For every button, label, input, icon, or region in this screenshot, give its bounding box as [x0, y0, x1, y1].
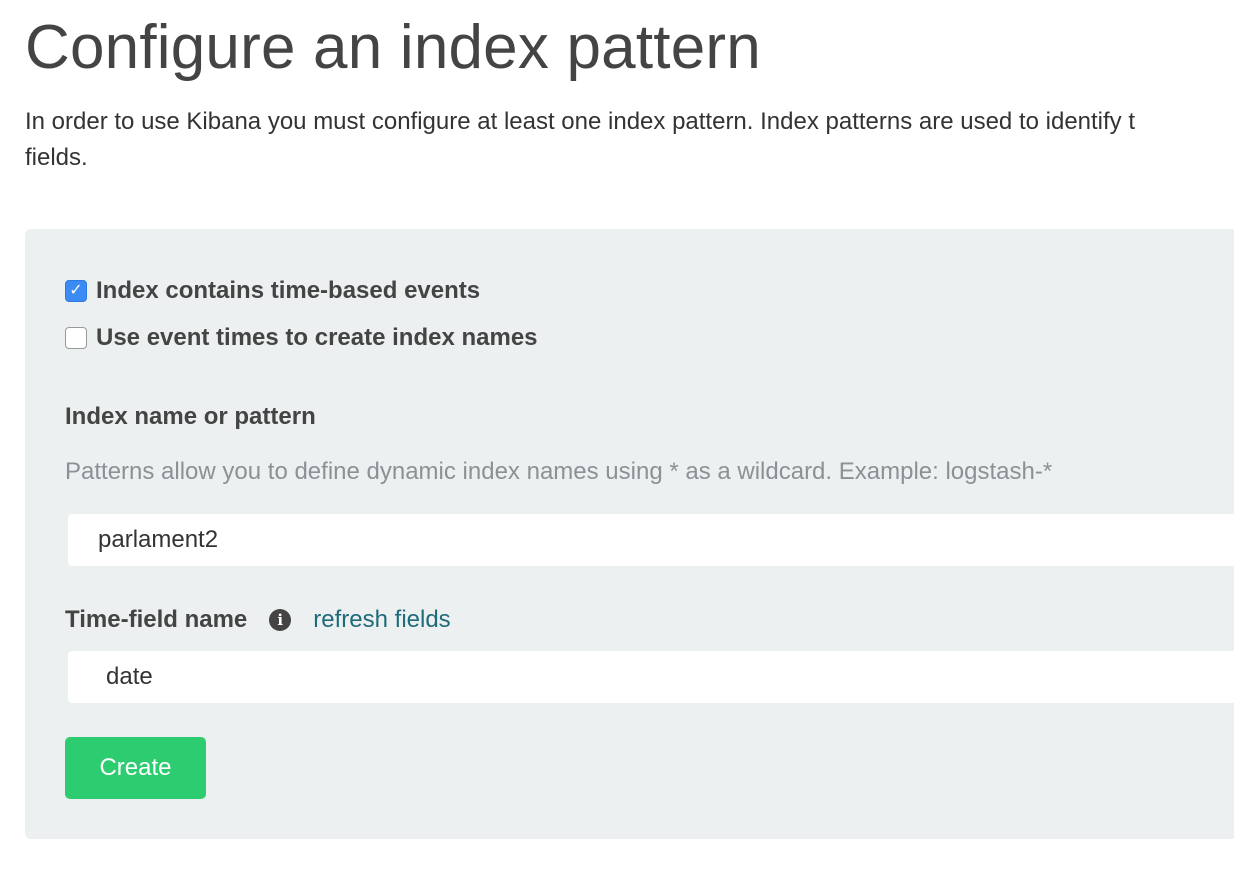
- info-circle-icon[interactable]: i: [269, 609, 292, 631]
- refresh-fields-link[interactable]: refresh fields: [313, 606, 450, 634]
- time-field-select[interactable]: [68, 651, 1234, 703]
- page-title: Configure an index pattern: [25, 13, 761, 82]
- index-name-input[interactable]: [68, 514, 1234, 566]
- event-times-option[interactable]: Use event times to create index names: [65, 324, 538, 352]
- time-field-header: Time-field name i refresh fields: [65, 606, 451, 634]
- time-based-events-checkbox[interactable]: ✓: [65, 280, 87, 302]
- event-times-label: Use event times to create index names: [96, 324, 538, 351]
- event-times-checkbox[interactable]: [65, 327, 87, 349]
- index-name-help-text: Patterns allow you to define dynamic ind…: [65, 458, 1053, 485]
- index-pattern-form: ✓ Index contains time-based events Use e…: [25, 229, 1234, 839]
- time-based-events-label: Index contains time-based events: [96, 277, 481, 304]
- create-button[interactable]: Create: [65, 737, 206, 799]
- time-based-events-option[interactable]: ✓ Index contains time-based events: [65, 277, 480, 305]
- index-name-label: Index name or pattern: [65, 403, 316, 430]
- checkmark-icon: ✓: [69, 282, 83, 299]
- intro-line-2: fields.: [25, 144, 88, 171]
- time-field-label: Time-field name: [65, 606, 248, 633]
- intro-text: In order to use Kibana you must configur…: [25, 104, 1234, 176]
- page: Configure an index pattern In order to u…: [0, 0, 1234, 896]
- intro-line-1: In order to use Kibana you must configur…: [25, 108, 1136, 135]
